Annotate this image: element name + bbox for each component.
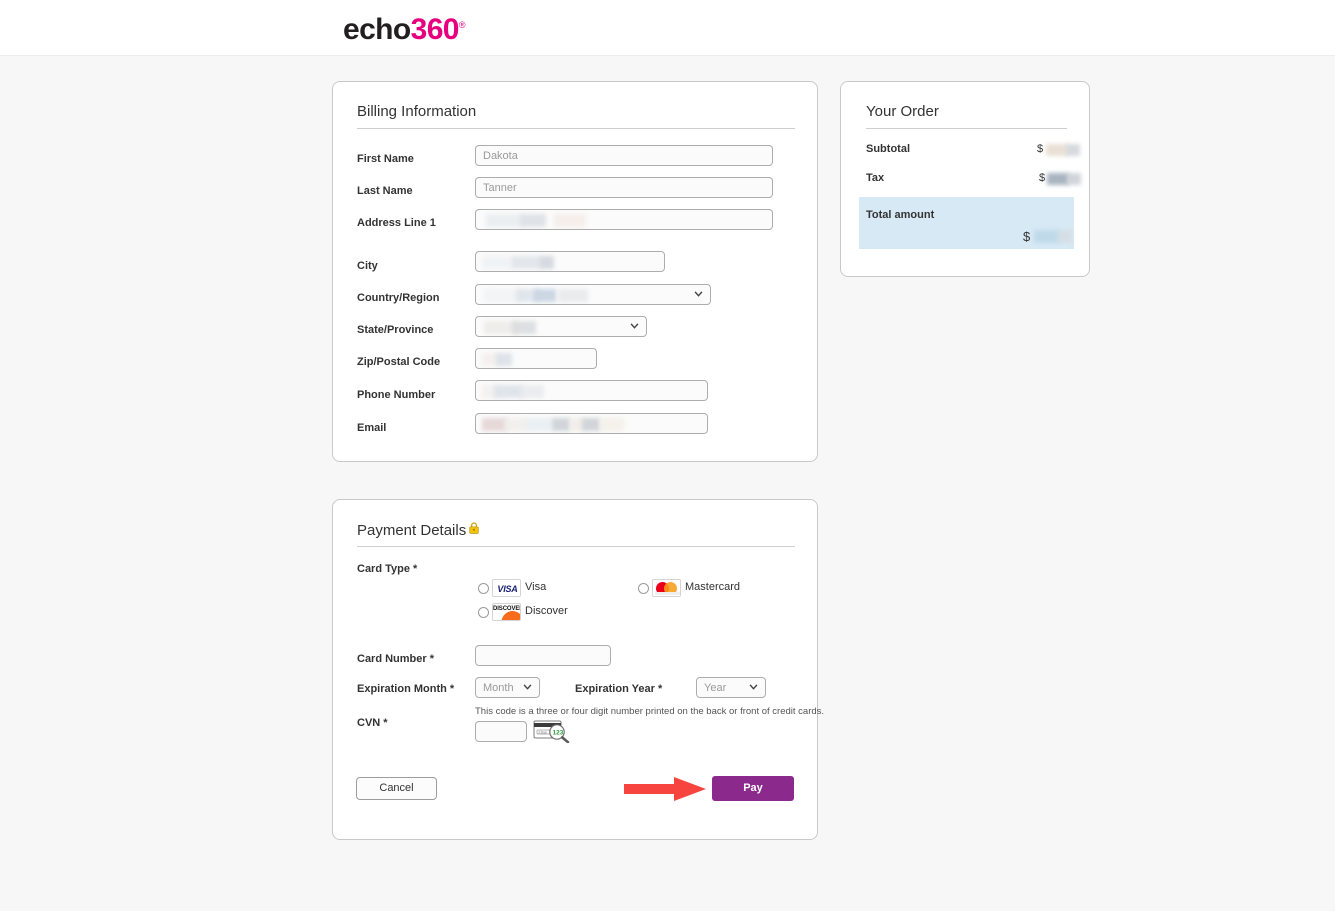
country-region-select[interactable] bbox=[475, 284, 711, 305]
redacted-block bbox=[512, 256, 542, 269]
card-number-label: Card Number * bbox=[357, 653, 435, 665]
expiration-year-label: Expiration Year * bbox=[575, 683, 663, 695]
state-province-label: State/Province bbox=[357, 324, 434, 336]
last-name-input[interactable]: Tanner bbox=[475, 177, 773, 198]
redacted-block bbox=[512, 321, 536, 334]
expiration-month-value: Month bbox=[483, 682, 514, 694]
city-input[interactable] bbox=[475, 251, 665, 272]
phone-number-label: Phone Number bbox=[357, 389, 436, 401]
tax-amount: $ bbox=[1039, 172, 1046, 184]
pay-button[interactable]: Pay bbox=[712, 776, 794, 801]
state-province-select[interactable] bbox=[475, 316, 647, 337]
redacted-block bbox=[504, 418, 528, 431]
chevron-down-icon bbox=[694, 291, 703, 297]
card-type-radio-visa[interactable] bbox=[478, 583, 489, 594]
payment-details-title: Payment Details bbox=[357, 521, 479, 539]
page-header: echo360® bbox=[0, 0, 1335, 55]
city-label: City bbox=[357, 260, 378, 272]
redacted-block bbox=[552, 418, 570, 431]
phone-number-input[interactable] bbox=[475, 380, 708, 401]
redacted-block bbox=[558, 289, 588, 302]
subtotal-amount: $ bbox=[1037, 143, 1044, 155]
redacted-block bbox=[1046, 144, 1068, 156]
your-order-divider bbox=[866, 128, 1067, 129]
chevron-down-icon bbox=[630, 323, 639, 329]
last-name-value: Tanner bbox=[483, 182, 517, 194]
chevron-down-icon bbox=[749, 684, 758, 690]
address-line-1-input[interactable] bbox=[475, 209, 773, 230]
payment-details-title-text: Payment Details bbox=[357, 522, 467, 539]
cvn-help-text: This code is a three or four digit numbe… bbox=[475, 706, 825, 717]
logo-text-primary: echo bbox=[343, 13, 411, 46]
redacted-block bbox=[1067, 173, 1081, 185]
cvn-label: CVN * bbox=[357, 717, 388, 729]
redacted-block bbox=[520, 214, 546, 227]
redacted-block bbox=[520, 385, 544, 398]
redacted-block bbox=[1034, 230, 1060, 243]
redacted-block bbox=[1047, 173, 1069, 185]
email-label: Email bbox=[357, 422, 387, 434]
card-type-option-discover-label: Discover bbox=[525, 605, 568, 617]
redacted-block bbox=[582, 418, 600, 431]
checkout-page: echo360® Billing Information First Name … bbox=[0, 0, 1335, 911]
echo360-logo[interactable]: echo360® bbox=[343, 7, 466, 48]
cancel-button[interactable]: Cancel bbox=[356, 777, 437, 800]
expiration-year-select[interactable]: Year bbox=[696, 677, 766, 698]
last-name-label: Last Name bbox=[357, 185, 413, 197]
visa-logo-icon: VISA bbox=[492, 579, 521, 597]
country-region-label: Country/Region bbox=[357, 292, 440, 304]
zip-postal-code-label: Zip/Postal Code bbox=[357, 356, 441, 368]
redacted-block bbox=[1066, 144, 1080, 156]
your-order-title: Your Order bbox=[866, 103, 939, 120]
redacted-block bbox=[526, 418, 552, 431]
email-input[interactable] bbox=[475, 413, 708, 434]
address-line-1-label: Address Line 1 bbox=[357, 217, 436, 229]
redacted-block bbox=[600, 418, 624, 431]
card-type-radio-mastercard[interactable] bbox=[638, 583, 649, 594]
expiration-month-select[interactable]: Month bbox=[475, 677, 540, 698]
subtotal-label: Subtotal bbox=[866, 143, 910, 155]
redacted-block bbox=[540, 256, 554, 269]
first-name-label: First Name bbox=[357, 153, 414, 165]
card-number-input[interactable] bbox=[475, 645, 611, 666]
billing-information-card: Billing Information First Name Dakota La… bbox=[332, 81, 818, 462]
svg-text:J Doe: J Doe bbox=[538, 730, 547, 734]
total-amount-label: Total amount bbox=[866, 209, 935, 221]
lock-icon bbox=[469, 521, 479, 538]
card-type-option-visa-label: Visa bbox=[525, 581, 547, 593]
billing-title-divider bbox=[357, 128, 795, 129]
tax-label: Tax bbox=[866, 172, 885, 184]
first-name-value: Dakota bbox=[483, 150, 518, 162]
redacted-block bbox=[534, 289, 556, 302]
mastercard-logo-icon bbox=[652, 579, 681, 597]
redacted-block bbox=[496, 353, 512, 366]
expiration-year-value: Year bbox=[704, 682, 727, 694]
redacted-block bbox=[1058, 230, 1072, 243]
svg-text:123: 123 bbox=[553, 729, 564, 736]
card-type-radio-discover[interactable] bbox=[478, 607, 489, 618]
total-amount-value: $ bbox=[1023, 229, 1031, 244]
card-type-label: Card Type * bbox=[357, 563, 418, 575]
cvn-card-magnifier-icon: J Doe 123 bbox=[533, 719, 571, 744]
logo-text-accent: 360 bbox=[410, 13, 460, 46]
redacted-block bbox=[482, 256, 514, 269]
cvn-input[interactable] bbox=[475, 721, 527, 742]
your-order-card: Your Order Subtotal $ Tax $ Total amount… bbox=[840, 81, 1090, 277]
redacted-block bbox=[486, 214, 522, 227]
first-name-input[interactable]: Dakota bbox=[475, 145, 773, 166]
chevron-down-icon bbox=[523, 684, 532, 690]
payment-title-divider bbox=[357, 546, 795, 547]
billing-information-title: Billing Information bbox=[357, 103, 477, 120]
logo-registered-mark: ® bbox=[458, 20, 466, 30]
expiration-month-label: Expiration Month * bbox=[357, 683, 455, 695]
redacted-block bbox=[554, 214, 586, 227]
card-type-option-mastercard-label: Mastercard bbox=[685, 581, 741, 593]
zip-postal-code-input[interactable] bbox=[475, 348, 597, 369]
discover-logo-icon: DISCOVER bbox=[492, 603, 521, 621]
